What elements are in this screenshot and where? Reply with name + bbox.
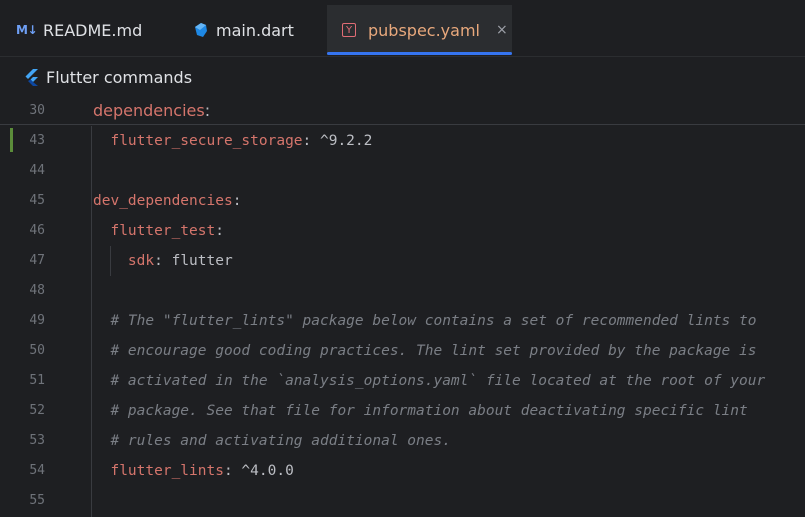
yaml-comment: # rules and activating additional ones.: [110, 433, 451, 449]
code-text: # package. See that file for information…: [93, 396, 748, 426]
tab-label: main.dart: [216, 20, 294, 40]
yaml-key: flutter_lints: [110, 463, 224, 479]
code-line[interactable]: 48: [0, 276, 805, 306]
line-number: 51: [29, 373, 45, 388]
line-number: 45: [29, 193, 45, 208]
yaml-icon: Y: [342, 23, 356, 37]
line-number: 44: [29, 163, 45, 178]
editor-tab-bar: M↓ README.md main.dart Y pubspec.yaml ×: [0, 0, 805, 57]
yaml-value: flutter: [162, 253, 233, 269]
line-number: 52: [29, 403, 45, 418]
dart-icon: [195, 23, 207, 37]
yaml-colon: :: [302, 133, 312, 149]
code-line[interactable]: 53 # rules and activating additional one…: [0, 426, 805, 456]
line-number: 46: [29, 223, 45, 238]
line-number: 53: [29, 433, 45, 448]
active-tab-indicator: [327, 52, 512, 55]
code-line[interactable]: 46 flutter_test:: [0, 216, 805, 246]
flutter-icon: [25, 69, 38, 86]
tab-readme[interactable]: M↓ README.md: [16, 5, 142, 55]
code-line[interactable]: 47 sdk: flutter: [0, 246, 805, 276]
line-number: 49: [29, 313, 45, 328]
code-line[interactable]: 50 # encourage good coding practices. Th…: [0, 336, 805, 366]
yaml-value: ^9.2.2: [311, 133, 373, 149]
line-number: 47: [29, 253, 45, 268]
yaml-key: dev_dependencies: [93, 193, 233, 209]
yaml-colon: :: [223, 463, 233, 479]
code-line[interactable]: 44: [0, 156, 805, 186]
code-text: # encourage good coding practices. The l…: [93, 336, 756, 366]
indent-guide: [110, 246, 111, 276]
tab-label: README.md: [43, 20, 143, 40]
flutter-commands-label: Flutter commands: [46, 68, 193, 87]
yaml-key: flutter_secure_storage: [110, 133, 303, 149]
code-text: flutter_test:: [93, 216, 224, 246]
code-editor[interactable]: 43 flutter_secure_storage: ^9.2.2 44 45 dev…: [0, 126, 805, 517]
gutter-change-marker: [10, 128, 13, 152]
indent-guide: [91, 126, 92, 517]
sticky-code: dependencies:: [93, 96, 210, 126]
yaml-comment: # The "flutter_lints" package below cont…: [110, 313, 757, 329]
sticky-scroll-line[interactable]: 30 dependencies:: [0, 97, 805, 125]
close-icon[interactable]: ×: [496, 22, 508, 38]
yaml-key: sdk: [127, 253, 155, 269]
yaml-colon: :: [232, 193, 242, 209]
code-text: sdk: flutter: [93, 246, 233, 276]
code-line[interactable]: 54 flutter_lints: ^4.0.0: [0, 456, 805, 486]
yaml-value: ^4.0.0: [232, 463, 294, 479]
code-text: # The "flutter_lints" package below cont…: [93, 306, 756, 336]
code-text: dev_dependencies:: [93, 186, 241, 216]
tab-label: pubspec.yaml: [368, 20, 480, 40]
yaml-key: flutter_test: [110, 223, 216, 239]
line-number: 30: [29, 103, 45, 118]
yaml-colon: :: [204, 101, 211, 120]
yaml-colon: :: [154, 253, 163, 269]
tab-pubspec-yaml[interactable]: Y pubspec.yaml ×: [327, 5, 512, 55]
code-line[interactable]: 52 # package. See that file for informat…: [0, 396, 805, 426]
code-line[interactable]: 43 flutter_secure_storage: ^9.2.2: [0, 126, 805, 156]
line-number: 43: [29, 133, 45, 148]
code-line[interactable]: 45 dev_dependencies:: [0, 186, 805, 216]
yaml-comment: # encourage good coding practices. The l…: [110, 343, 757, 359]
yaml-comment: # package. See that file for information…: [110, 403, 748, 419]
tab-main-dart[interactable]: main.dart: [192, 5, 294, 55]
code-text: # rules and activating additional ones.: [93, 426, 451, 456]
flutter-commands-button[interactable]: Flutter commands: [24, 68, 192, 87]
line-number: 48: [29, 283, 45, 298]
yaml-colon: :: [215, 223, 224, 239]
code-line[interactable]: 51 # activated in the `analysis_options.…: [0, 366, 805, 396]
code-line[interactable]: 49 # The "flutter_lints" package below c…: [0, 306, 805, 336]
yaml-key: dependencies: [93, 101, 205, 120]
code-text: flutter_secure_storage: ^9.2.2: [93, 126, 372, 156]
yaml-comment: # activated in the `analysis_options.yam…: [110, 373, 766, 389]
code-text: # activated in the `analysis_options.yam…: [93, 366, 765, 396]
line-number: 54: [29, 463, 45, 478]
code-line[interactable]: 55: [0, 486, 805, 516]
line-number: 55: [29, 493, 45, 508]
code-text: flutter_lints: ^4.0.0: [93, 456, 294, 486]
line-number: 50: [29, 343, 45, 358]
markdown-icon: M↓: [16, 23, 38, 37]
